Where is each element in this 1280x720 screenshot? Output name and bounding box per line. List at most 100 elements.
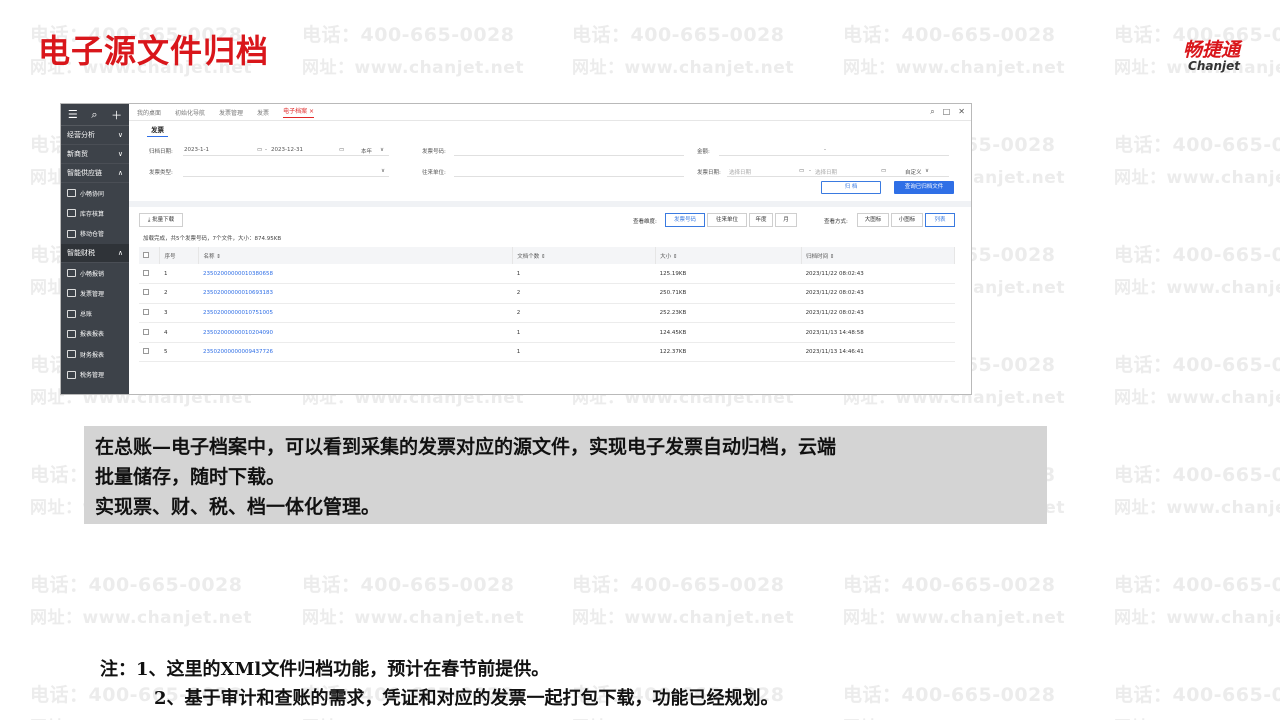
- watermark-website: 网址：www.chanjet.net: [843, 58, 1065, 78]
- maximize-icon[interactable]: □: [943, 107, 951, 117]
- description-line: 在总账—电子档案中，可以看到采集的发票对应的源文件，实现电子发票自动归档，云端: [95, 436, 837, 458]
- row-name-link[interactable]: 23502000000010693183: [198, 283, 513, 304]
- tab-invoice[interactable]: 发票: [257, 108, 269, 117]
- row-checkbox[interactable]: [139, 342, 160, 363]
- calendar-icon[interactable]: ▭: [339, 147, 344, 153]
- add-icon[interactable]: ＋: [111, 107, 122, 123]
- watermark-phone: 电话：400-665-0028: [1114, 354, 1280, 376]
- close-icon[interactable]: ×: [309, 108, 314, 115]
- calendar-icon[interactable]: ▭: [881, 168, 886, 174]
- dimension-partner[interactable]: 往来单位: [707, 213, 747, 227]
- sidebar-sub-warehouse[interactable]: 移动仓管: [61, 224, 129, 244]
- row-doc-count: 1: [512, 322, 656, 343]
- partner-input[interactable]: [454, 176, 684, 177]
- footnote-line: 2、基于审计和查账的需求，凭证和对应的发票一起打包下载，功能已经规划。: [154, 688, 779, 709]
- sidebar-sub-ledger[interactable]: 总账: [61, 303, 129, 323]
- query-archived-button[interactable]: 查询已归档文件: [894, 181, 954, 194]
- custom-select[interactable]: 自定义: [905, 168, 922, 176]
- date-to-input[interactable]: 2023-12-31: [271, 147, 303, 153]
- watermark-website: 网址：www.chanjet.net: [1114, 498, 1280, 518]
- row-doc-count: 1: [512, 264, 656, 285]
- sidebar-item-label: 新商贸: [67, 150, 88, 158]
- row-size: 250.71KB: [655, 283, 802, 304]
- watermark-text: 电话：400-665-0028 网址：www.chanjet.net: [572, 20, 794, 78]
- calendar-icon[interactable]: ▭: [799, 168, 804, 174]
- watermark-website: 网址：www.chanjet.net: [1114, 713, 1280, 720]
- row-checkbox[interactable]: [139, 264, 160, 285]
- sidebar-sub-reports[interactable]: 报表报表: [61, 324, 129, 344]
- amount-range-input[interactable]: [719, 155, 949, 156]
- sidebar-sub-tax[interactable]: 税务管理: [61, 364, 129, 384]
- header-size[interactable]: 大小 ⇕: [655, 247, 803, 264]
- brand-logo: 畅捷通 Chanjet: [1183, 40, 1240, 72]
- financial-report-icon: [67, 350, 76, 359]
- sidebar-item-analysis[interactable]: 经营分析 ∨: [61, 126, 129, 145]
- subtab-invoice[interactable]: 发票: [147, 124, 168, 137]
- dimension-month[interactable]: 月: [775, 213, 797, 227]
- table-row[interactable]: 4 23502000000010204090 1 124.45KB 2023/1…: [139, 322, 955, 343]
- tab-invoice-mgmt[interactable]: 发票管理: [219, 108, 243, 117]
- invoice-no-input[interactable]: [454, 155, 684, 156]
- watermark-phone: 电话：400-665-0028: [1114, 464, 1280, 486]
- search-icon[interactable]: ⌕: [91, 108, 97, 122]
- sidebar-sub-financial-reports[interactable]: 财务报表: [61, 344, 129, 364]
- table-row[interactable]: 2 23502000000010693183 2 250.71KB 2023/1…: [139, 283, 955, 304]
- invoice-date-from[interactable]: 选择日期: [729, 168, 751, 176]
- search-icon[interactable]: ⌕: [930, 107, 934, 117]
- view-large-icons[interactable]: 大图标: [857, 213, 889, 227]
- row-checkbox[interactable]: [139, 322, 160, 343]
- period-select[interactable]: 本年: [361, 147, 372, 155]
- close-icon[interactable]: ✕: [958, 107, 965, 117]
- row-name-link[interactable]: 23502000000009437726: [198, 342, 513, 363]
- sidebar-sub-expense[interactable]: 小畅报销: [61, 263, 129, 283]
- sidebar-item-trade[interactable]: 新商贸 ∨: [61, 145, 129, 164]
- sidebar-sub-inventory[interactable]: 库存核算: [61, 203, 129, 223]
- view-list[interactable]: 列表: [925, 213, 955, 227]
- description-box: 在总账—电子档案中，可以看到采集的发票对应的源文件，实现电子发票自动归档，云端 …: [84, 426, 1047, 524]
- date-from-input[interactable]: 2023-1-1: [184, 147, 209, 153]
- sidebar-item-label: 经营分析: [67, 131, 95, 139]
- select-all-checkbox[interactable]: [139, 247, 161, 264]
- row-index: 2: [159, 283, 199, 304]
- view-small-icons[interactable]: 小图标: [891, 213, 923, 227]
- row-checkbox[interactable]: [139, 303, 160, 324]
- main-panel: 我的桌面 初始化导航 发票管理 发票 电子档案 × ⌕ □ ✕ 发票 归档日期:…: [129, 104, 971, 394]
- table-toolbar: ⤓ 批量下载 查看维度: 发票号码 往来单位 年度 月 查看方式: 大图标 小图…: [129, 207, 971, 233]
- header-doc-count[interactable]: 文档个数 ⇕: [512, 247, 657, 264]
- load-status-text: 加载完成，共5个发票号码，7个文件，大小：874.95KB: [143, 236, 282, 242]
- archive-button[interactable]: 归 档: [821, 181, 881, 194]
- row-name-link[interactable]: 23502000000010380658: [198, 264, 513, 285]
- sidebar-item-supply-chain[interactable]: 智能供应链 ∧: [61, 164, 129, 183]
- tab-desktop[interactable]: 我的桌面: [137, 108, 161, 117]
- row-archive-time: 2023/11/22 08:02:43: [801, 283, 955, 304]
- menu-icon[interactable]: ☰: [68, 108, 78, 121]
- table-row[interactable]: 1 23502000000010380658 1 125.19KB 2023/1…: [139, 264, 955, 285]
- sidebar-sub-collab[interactable]: 小畅协同: [61, 183, 129, 203]
- sidebar-sub-invoice[interactable]: 发票管理: [61, 283, 129, 303]
- invoice-date-to[interactable]: 选择日期: [815, 168, 837, 176]
- watermark-website: 网址：www.chanjet.net: [302, 58, 524, 78]
- watermark-website: 网址：www.chanjet.net: [302, 608, 524, 628]
- header-archive-time[interactable]: 归档时间 ⇕: [801, 247, 955, 264]
- row-name-link[interactable]: 23502000000010751005: [198, 303, 513, 324]
- row-checkbox[interactable]: [139, 283, 160, 304]
- watermark-website: 网址：www.chanjet.net: [1114, 608, 1280, 628]
- archive-table: 序号 名称 ⇕ 文档个数 ⇕ 大小 ⇕ 归档时间 ⇕ 1 23502000000…: [139, 247, 955, 363]
- row-name-link[interactable]: 23502000000010204090: [198, 322, 513, 343]
- sidebar-item-label: 智能财税: [67, 248, 95, 257]
- tab-e-archive[interactable]: 电子档案 ×: [283, 106, 315, 118]
- invoice-type-select[interactable]: [183, 176, 389, 177]
- row-archive-time: 2023/11/22 08:02:43: [801, 303, 955, 324]
- calendar-icon[interactable]: ▭: [257, 147, 262, 153]
- table-row[interactable]: 3 23502000000010751005 2 252.23KB 2023/1…: [139, 303, 955, 324]
- watermark-phone: 电话：400-665-0028: [843, 574, 1056, 596]
- table-row[interactable]: 5 23502000000009437726 1 122.37KB 2023/1…: [139, 342, 955, 363]
- sidebar-item-finance[interactable]: 智能财税 ∧: [61, 243, 129, 263]
- tab-init-nav[interactable]: 初始化导航: [175, 108, 205, 117]
- header-name[interactable]: 名称 ⇕: [198, 247, 514, 264]
- dimension-invoice-no[interactable]: 发票号码: [665, 213, 705, 227]
- batch-download-button[interactable]: ⤓ 批量下载: [139, 213, 183, 227]
- dimension-year[interactable]: 年度: [749, 213, 773, 227]
- brand-name-cn: 畅捷通: [1182, 39, 1240, 61]
- batch-download-label: 批量下载: [152, 217, 175, 223]
